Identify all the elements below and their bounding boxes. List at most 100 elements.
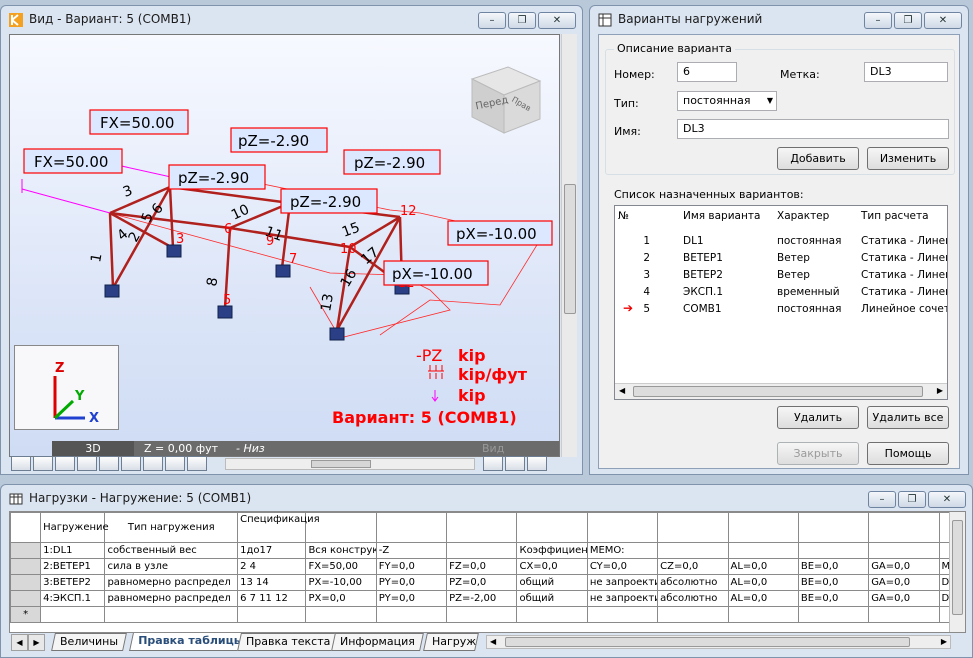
minimize-button[interactable]: – (864, 12, 892, 29)
tab-loads[interactable]: Нагруже (423, 633, 479, 651)
toolbar-btn[interactable] (11, 456, 31, 471)
column-header[interactable]: Спецификация (237, 512, 320, 543)
column-header[interactable] (375, 512, 448, 543)
table-row[interactable]: 3:ВЕТЕР2 равномерно распредел 13 14 PX=-10,… (10, 574, 965, 591)
number-field[interactable]: 6 (677, 62, 737, 82)
column-header[interactable]: Имя варианта (680, 206, 774, 226)
column-header[interactable] (727, 512, 799, 543)
loads-titlebar[interactable]: Нагрузки - Нагружение: 5 (COMB1) – ❐ ✕ (1, 485, 972, 513)
add-button[interactable]: Добавить (777, 147, 859, 170)
toolbar-btn[interactable] (527, 456, 547, 471)
toolbar-btn[interactable] (99, 456, 119, 471)
grid-hscroll[interactable]: ◀ ▶ (486, 635, 951, 649)
svg-text:Вариант: 5 (COMB1): Вариант: 5 (COMB1) (332, 408, 517, 427)
list-item[interactable]: 3 ВЕТЕР2 Ветер Статика - Линей (615, 266, 947, 283)
member-label: 3 (121, 183, 135, 201)
list-item[interactable]: ➔ 5 COMB1 постоянная Линейное сочет (615, 300, 947, 317)
table-row[interactable]: 2:ВЕТЕР1 сила в узле 2 4 FX=50,00 FY=0,0 FZ=0… (10, 558, 965, 575)
toolbar-btn[interactable] (121, 456, 141, 471)
restore-button[interactable]: ❐ (894, 12, 922, 29)
toolbar-btn[interactable] (187, 456, 207, 471)
restore-button[interactable]: ❐ (898, 491, 926, 508)
help-button[interactable]: Помощь (867, 442, 949, 465)
close-button[interactable]: ✕ (924, 12, 962, 29)
column-header[interactable] (868, 512, 940, 543)
minimize-button[interactable]: – (478, 12, 506, 29)
list-item[interactable]: 4 ЭКСП.1 временный Статика - Линей (615, 283, 947, 300)
name-field[interactable]: DL3 (677, 119, 949, 139)
table-row[interactable]: 4:ЭКСП.1 равномерно распредел 6 7 11 12 PX=… (10, 590, 965, 607)
axes-triad: Z X Y (14, 345, 119, 430)
node-label: 3 (176, 232, 184, 247)
column-header[interactable]: № (615, 206, 680, 226)
hscroll[interactable] (225, 458, 475, 470)
column-header[interactable] (797, 512, 870, 543)
column-header[interactable]: Характер (774, 206, 858, 226)
toolbar-btn[interactable] (505, 456, 525, 471)
toolbar-btn[interactable] (165, 456, 185, 471)
mode-3d-label[interactable]: 3D (52, 441, 134, 456)
load-callout: pZ=-2.90 (168, 164, 266, 190)
member-label: 16 (338, 266, 361, 290)
tab-scroll-left[interactable]: ◀ (11, 634, 28, 651)
type-label: Тип: (614, 97, 639, 110)
scroll-thumb[interactable] (564, 184, 576, 314)
table-row[interactable]: 1:DL1 собственный вес 1до17 Вся конструк -Z К… (10, 542, 965, 559)
type-select[interactable]: постоянная ▼ (677, 91, 777, 111)
cases-titlebar[interactable]: Варианты нагружений – ❐ ✕ (590, 6, 968, 34)
toolbar-btn[interactable] (55, 456, 75, 471)
column-header[interactable] (10, 512, 42, 543)
tab-information[interactable]: Информация (331, 633, 424, 651)
new-row[interactable]: * (10, 606, 965, 623)
toolbar-btn[interactable] (143, 456, 163, 471)
tab-scroll-right[interactable]: ▶ (28, 634, 45, 651)
change-button[interactable]: Изменить (867, 147, 949, 170)
close-dialog-button[interactable]: Закрыть (777, 442, 859, 465)
app-logo-icon (9, 13, 23, 27)
tab-text-edit[interactable]: Правка текста (237, 633, 340, 651)
node-label: 6 (224, 222, 232, 237)
loads-window: Нагрузки - Нагружение: 5 (COMB1) – ❐ ✕ Н… (0, 484, 973, 658)
toolbar-btn[interactable] (33, 456, 53, 471)
close-button[interactable]: ✕ (928, 491, 966, 508)
viewport[interactable]: Перед Прав 1 2 3 4 5 6 8 10 11 13 15 16 … (9, 34, 560, 457)
member-label: 17 (358, 244, 382, 268)
minimize-button[interactable]: – (868, 491, 896, 508)
delete-button[interactable]: Удалить (777, 406, 859, 429)
list-item[interactable]: 2 ВЕТЕР1 Ветер Статика - Линей (615, 249, 947, 266)
list-item[interactable]: 1 DL1 постоянная Статика - Линей (615, 232, 947, 249)
close-button[interactable]: ✕ (538, 12, 576, 29)
column-header[interactable]: Тип нагружения (104, 512, 239, 543)
view-vscroll[interactable] (561, 34, 577, 457)
tab-values[interactable]: Величины (51, 633, 127, 651)
tag-field[interactable]: DL3 (864, 62, 948, 82)
view-window-titlebar[interactable]: Вид - Вариант: 5 (COMB1) – ❐ ✕ (1, 6, 582, 34)
delete-all-button[interactable]: Удалить все (867, 406, 949, 429)
assigned-list-label: Список назначенных вариантов: (614, 188, 804, 201)
svg-text:FX=50.00: FX=50.00 (34, 153, 108, 171)
table-icon (9, 493, 23, 505)
column-header[interactable] (446, 512, 518, 543)
view-cube[interactable]: Перед Прав (470, 66, 542, 134)
tag-label: Метка: (780, 68, 820, 81)
loads-grid-area: Нагружение Тип нагружения Спецификация 1… (9, 511, 966, 633)
toolbar-btn[interactable] (483, 456, 503, 471)
view-orientation-button[interactable]: Вид (482, 441, 504, 456)
sheet-tabs: ◀ ▶ Величины Правка таблицы Правка текст… (11, 633, 961, 653)
svg-text:-PZ: -PZ (416, 346, 442, 365)
tab-table-edit[interactable]: Правка таблицы (129, 633, 253, 651)
column-header[interactable]: Тип расчета (858, 206, 947, 226)
column-header[interactable] (657, 512, 729, 543)
loads-grid[interactable]: Нагружение Тип нагружения Спецификация 1… (10, 512, 965, 623)
name-label: Имя: (614, 125, 641, 138)
svg-text:pX=-10.00: pX=-10.00 (392, 265, 473, 283)
cases-list[interactable]: № Имя варианта Характер Тип расчета 1 DL1… (614, 205, 948, 400)
list-hscroll[interactable]: ◀ ▶ (615, 383, 947, 399)
toolbar-btn[interactable] (77, 456, 97, 471)
column-header[interactable] (586, 512, 659, 543)
restore-button[interactable]: ❐ (508, 12, 536, 29)
column-header[interactable] (516, 512, 588, 543)
column-header[interactable]: Нагружение (40, 512, 109, 543)
grid-vscroll[interactable] (949, 512, 965, 632)
svg-text:pZ=-2.90: pZ=-2.90 (354, 154, 425, 172)
